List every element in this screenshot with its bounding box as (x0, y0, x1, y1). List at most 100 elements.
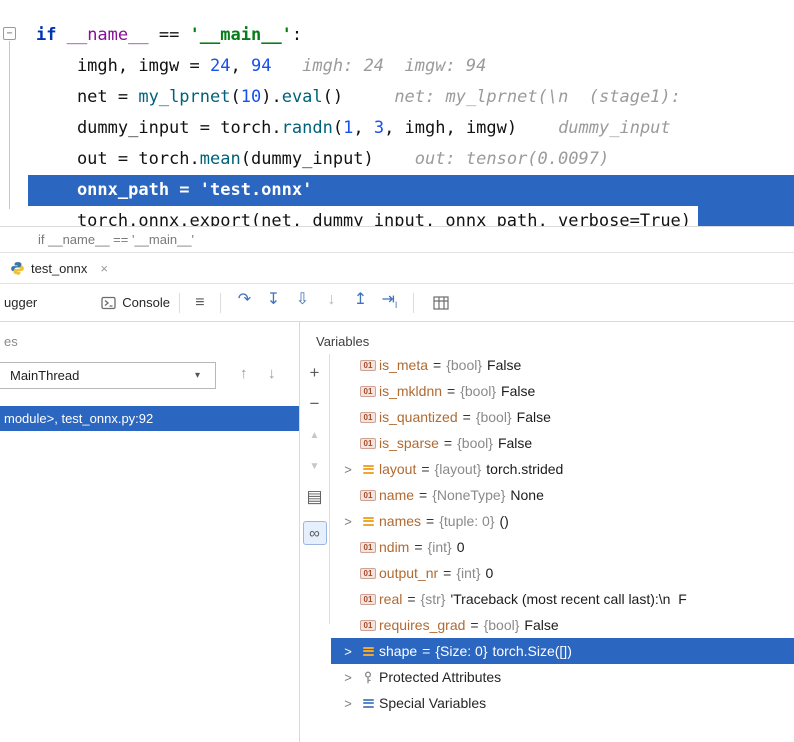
thread-selector-value: MainThread (10, 368, 80, 383)
variable-name: names (379, 513, 422, 529)
grid-icon[interactable] (433, 295, 449, 310)
variable-row[interactable]: 01 name = {NoneType} None (331, 482, 794, 508)
move-watch-down-button[interactable]: ▼ (303, 454, 327, 478)
step-over-icon[interactable]: ↷ (230, 290, 259, 315)
step-out-icon[interactable]: ↥ (346, 290, 375, 315)
variable-value: False (524, 617, 559, 633)
variable-row[interactable]: 01 requires_grad = {bool} False (331, 612, 794, 638)
copy-value-button[interactable]: ▤ (303, 485, 327, 509)
code-token: == (148, 25, 190, 45)
variable-name: requires_grad (379, 617, 466, 633)
variable-row[interactable]: 01 is_meta = {bool} False (331, 358, 794, 378)
variable-row[interactable]: > layout = {layout} torch.strided (331, 456, 794, 482)
new-watch-button[interactable]: + (303, 361, 327, 385)
variables-panel-title: Variables (316, 334, 370, 349)
variable-row[interactable]: > Protected Attributes (331, 664, 794, 690)
variable-type: {NoneType} (432, 487, 506, 503)
tab-console[interactable]: Console (101, 295, 170, 310)
variable-name: is_mkldnn (379, 383, 443, 399)
code-line[interactable]: onnx_path = 'test.onnx' (28, 175, 794, 206)
variable-type: {Size: 0} (435, 643, 488, 659)
equals-sign: = (419, 487, 428, 503)
code-line[interactable]: if __name__ == '__main__': (28, 20, 794, 51)
next-frame-button[interactable]: ↓ (268, 365, 276, 382)
variable-row[interactable]: 01 is_sparse = {bool} False (331, 430, 794, 456)
variable-row[interactable]: > shape = {Size: 0} torch.Size([]) (331, 638, 794, 664)
variable-value: 0 (456, 539, 465, 555)
selection-fragment (698, 206, 794, 226)
code-line[interactable]: dummy_input = torch.randn(1, 3, imgh, im… (28, 113, 794, 144)
close-icon[interactable]: × (100, 261, 108, 276)
variable-type: {bool} (483, 617, 520, 633)
variable-value: () (499, 513, 509, 529)
chevron-down-icon: ▾ (195, 370, 201, 381)
equals-sign: = (462, 409, 471, 425)
key-icon (364, 671, 372, 683)
equals-sign: = (443, 435, 453, 451)
variable-row[interactable]: > Special Variables (331, 690, 794, 714)
run-to-cursor-icon[interactable]: ⇥I (375, 290, 404, 315)
variable-row[interactable]: > names = {tuple: 0}() (331, 508, 794, 534)
variable-name: shape (379, 643, 418, 659)
smart-step-into-icon[interactable]: ↓ (317, 290, 346, 315)
code-token: mean (199, 149, 241, 169)
debug-toolbar: ugger Console ≡ ↷ ↧ ⇩ ↓ ↥ ⇥I (0, 284, 794, 322)
primitive-field-icon: 01 (357, 489, 379, 501)
breadcrumb[interactable]: if __name__ == '__main__' (0, 226, 794, 253)
code-token: 1 (343, 118, 354, 138)
equals-sign: = (443, 565, 452, 581)
expand-chevron-icon[interactable]: > (339, 462, 357, 477)
code-token: : (291, 25, 303, 45)
variable-type: {bool} (446, 358, 483, 373)
frames-panel: es MainThread ▾ ↑ ↓ module>, test_onnx.p… (0, 322, 300, 742)
console-icon (101, 296, 116, 309)
debug-body: es MainThread ▾ ↑ ↓ module>, test_onnx.p… (0, 322, 794, 742)
expand-chevron-icon[interactable]: > (339, 696, 357, 711)
frames-panel-title: es (4, 334, 18, 349)
variable-value: 0 (485, 565, 494, 581)
code-token: (dummy_input) (240, 149, 374, 169)
thread-selector[interactable]: MainThread ▾ (0, 362, 216, 389)
code-line[interactable]: torch.onnx.export(net, dummy_input, onnx… (28, 206, 794, 226)
variable-row[interactable]: 01 real = {str} 'Traceback (most recent call… (331, 586, 794, 612)
step-buttons: ↷ ↧ ⇩ ↓ ↥ ⇥I (230, 290, 404, 315)
move-watch-up-button[interactable]: ▲ (303, 423, 327, 447)
force-step-into-icon[interactable]: ⇩ (288, 290, 317, 315)
code-token: '__main__' (189, 25, 292, 45)
expand-chevron-icon[interactable]: > (339, 670, 357, 685)
code-editor[interactable]: − if __name__ == '__main__': imgh, imgw … (0, 0, 794, 226)
code-token: onnx_path = (36, 180, 200, 200)
hamburger-menu-icon[interactable]: ≡ (189, 294, 211, 312)
code-token: , imgh, imgw) (384, 118, 518, 138)
variable-value: None (510, 487, 544, 503)
step-into-icon[interactable]: ↧ (259, 290, 288, 315)
variable-name: is_sparse (379, 435, 439, 451)
previous-frame-button[interactable]: ↑ (240, 365, 248, 382)
code-line[interactable]: net = my_lprnet(10).eval() net: my_lprne… (28, 82, 794, 113)
variable-value: torch.strided (486, 461, 564, 477)
code-token: torch.onnx.export(net, dummy_input, onnx… (36, 211, 692, 226)
variable-row[interactable]: 01 is_quantized = {bool} False (331, 404, 794, 430)
code-line[interactable]: out = torch.mean(dummy_input) out: tenso… (28, 144, 794, 175)
code-token: 10 (240, 87, 262, 107)
code-line[interactable]: imgh, imgw = 24, 94 imgh: 24 imgw: 94 (28, 51, 794, 82)
stack-frame-item[interactable]: module>, test_onnx.py:92 (0, 406, 299, 431)
variable-name: real (379, 591, 403, 607)
fold-marker-icon[interactable]: − (3, 27, 16, 40)
remove-watch-button[interactable]: − (303, 392, 327, 416)
variable-row[interactable]: 01 output_nr = {int} 0 (331, 560, 794, 586)
code-token: out = torch. (36, 149, 200, 169)
expand-chevron-icon[interactable]: > (339, 514, 357, 529)
tab-test-onnx[interactable]: test_onnx × (10, 261, 108, 276)
tab-debugger[interactable]: ugger (4, 295, 37, 310)
debug-tab-bar: test_onnx × (0, 253, 794, 284)
show-watches-button[interactable]: ∞ (302, 521, 327, 545)
primitive-field-icon: 01 (357, 619, 379, 631)
code-token: , (230, 56, 251, 76)
variable-row[interactable]: 01 ndim = {int} 0 (331, 534, 794, 560)
variable-row[interactable]: 01 is_mkldnn = {bool} False (331, 378, 794, 404)
toolbar-separator (412, 292, 414, 313)
expand-chevron-icon[interactable]: > (339, 644, 357, 659)
variables-tree[interactable]: 01 is_meta = {bool} False 01 is_mkldnn = {bool} F… (331, 358, 794, 714)
code-token: () (322, 87, 344, 107)
